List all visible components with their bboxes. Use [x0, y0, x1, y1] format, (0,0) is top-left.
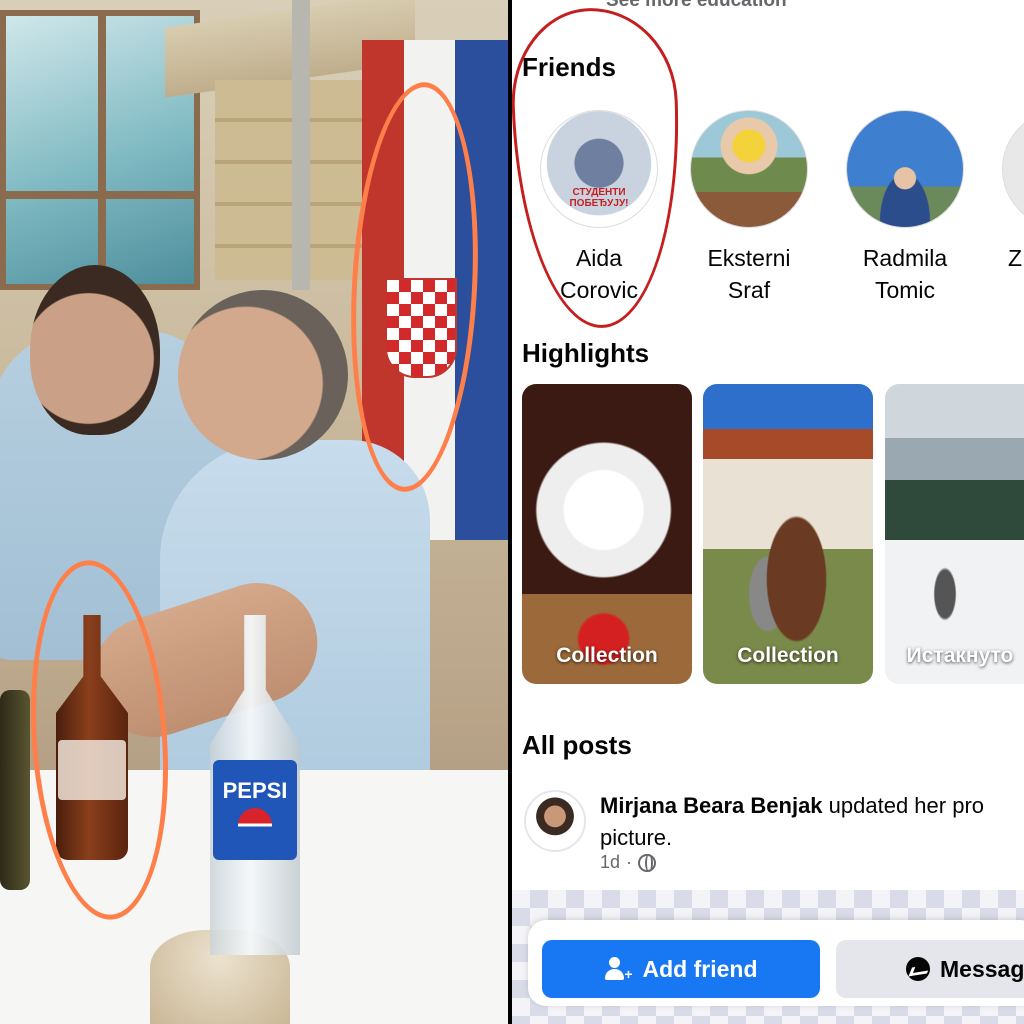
- post-meta: 1d ·: [600, 852, 657, 873]
- friend-first-name: Radmila: [862, 245, 948, 271]
- man-left-head: [30, 265, 160, 435]
- man-right-head: [178, 290, 348, 460]
- pepsi-logo-icon: [238, 808, 272, 842]
- highlight-label: Collection: [737, 644, 839, 667]
- highlight-collection-dog[interactable]: Collection: [522, 384, 692, 684]
- friend-first-name: Eksterni: [707, 245, 791, 271]
- add-friend-button[interactable]: + Add friend: [542, 940, 820, 998]
- highlight-label: Collection: [556, 644, 658, 667]
- add-user-icon: +: [604, 957, 633, 981]
- pepsi-brand-text: PEPSI: [222, 778, 288, 803]
- friend-last-name: Corovic: [560, 277, 638, 303]
- all-posts-heading: All posts: [522, 730, 632, 760]
- friend-radmila-tomic[interactable]: Radmila Tomic: [830, 110, 980, 306]
- post-time[interactable]: 1d: [600, 852, 620, 873]
- photo-panel: PEPSI: [0, 0, 512, 1024]
- friend-aida-corovic[interactable]: СТУДЕНТИ ПОБЕЂУЈУ! Aida Corovic: [524, 110, 674, 306]
- post-author-avatar[interactable]: [524, 790, 586, 852]
- avatar: [690, 110, 808, 228]
- add-friend-label: Add friend: [642, 955, 758, 982]
- friends-heading: Friends: [522, 52, 616, 82]
- action-bar: + Add friend Messag: [528, 920, 1024, 1006]
- avatar: СТУДЕНТИ ПОБЕЂУЈУ!: [540, 110, 658, 228]
- friend-eksterni-sraf[interactable]: Eksterni Sraf: [674, 110, 824, 306]
- friend-last-name: Tomic: [874, 277, 936, 303]
- avatar: [846, 110, 964, 228]
- avatar: [1002, 110, 1024, 228]
- facebook-profile-panel: See more education Friends СТУДЕНТИ ПОБЕ…: [512, 0, 1024, 1024]
- pipe: [292, 0, 310, 290]
- highlight-collection-horse[interactable]: Collection: [703, 384, 873, 684]
- highlight-label: Истакнуто: [906, 644, 1014, 667]
- post-action-line2: picture.: [600, 825, 673, 850]
- friend-first-name: Z: [1008, 245, 1023, 271]
- highlights-heading: Highlights: [522, 338, 650, 368]
- friend-partial[interactable]: Z: [986, 110, 1024, 274]
- post-header-text: Mirjana Beara Benjak updated her pro pic…: [600, 790, 1024, 854]
- post-action-line1: updated her pro: [822, 793, 985, 818]
- message-label: Messag: [940, 955, 1024, 982]
- see-more-education-link[interactable]: See more education: [606, 0, 787, 12]
- message-button[interactable]: Messag: [836, 940, 1024, 998]
- highlight-istaknuto[interactable]: Истакнуто: [885, 384, 1024, 684]
- messenger-icon: [906, 957, 930, 981]
- avatar-caption: СТУДЕНТИ ПОБЕЂУЈУ!: [569, 187, 629, 209]
- friend-first-name: Aida: [575, 245, 623, 271]
- friend-last-name: Sraf: [727, 277, 771, 303]
- post-author-name[interactable]: Mirjana Beara Benjak: [600, 793, 823, 818]
- dark-bottle: [0, 690, 30, 890]
- meta-separator: ·: [626, 852, 633, 872]
- globe-icon: [638, 853, 657, 872]
